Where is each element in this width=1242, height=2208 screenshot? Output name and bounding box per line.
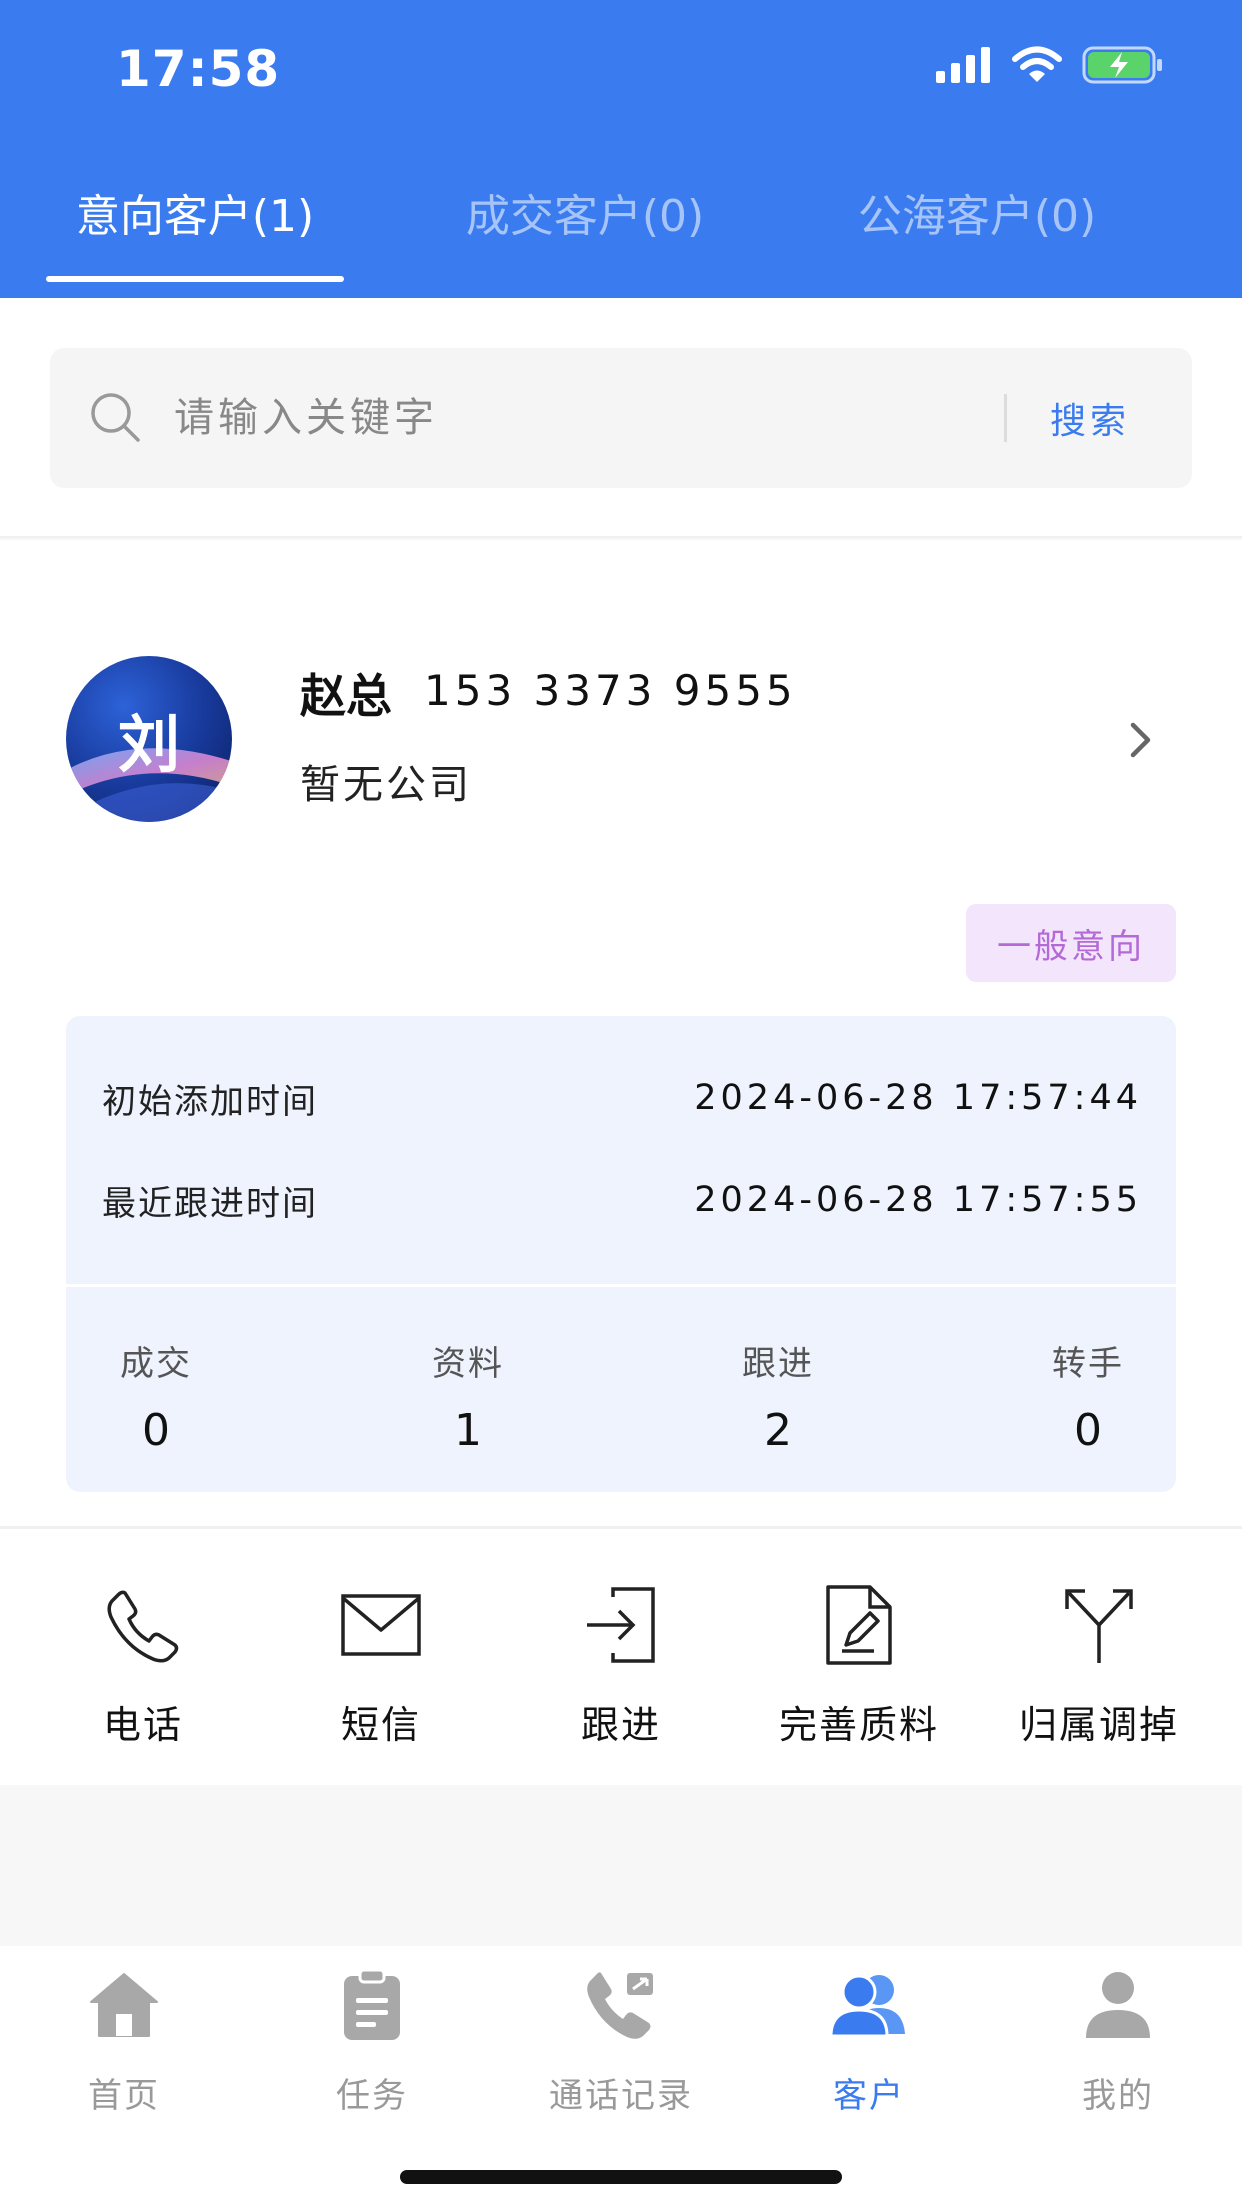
stat-followups: 跟进 2: [742, 1344, 814, 1456]
stat-materials: 资料 1: [432, 1344, 504, 1456]
complete-info-button[interactable]: 完善质料: [749, 1580, 969, 1749]
customer-name: 赵总: [300, 669, 392, 723]
login-arrow-icon: [587, 1587, 655, 1663]
home-indicator: [400, 2170, 842, 2184]
user-icon: [1086, 1972, 1150, 2038]
edit-document-icon: [826, 1585, 892, 1665]
tab-public-customers[interactable]: 公海客户(0): [838, 180, 1116, 290]
reassign-button[interactable]: 归属调掉: [989, 1580, 1209, 1749]
followup-time-label: 最近跟进时间: [102, 1183, 318, 1224]
split-arrow-icon: [1065, 1589, 1133, 1663]
tabbar-item-home[interactable]: 首页: [24, 1964, 224, 2117]
call-button[interactable]: 电话: [33, 1580, 253, 1749]
customer-phone: 153 3373 9555: [424, 666, 797, 715]
signal-icon: [936, 47, 990, 83]
bottom-tab-bar: 首页 任务 通话记录 客户 我的: [0, 1946, 1242, 2208]
tabbar-item-customers[interactable]: 客户: [769, 1964, 969, 2117]
avatar-initial: 刘: [117, 708, 180, 781]
info-divider: [66, 1284, 1176, 1287]
status-time: 17:58: [116, 40, 281, 98]
customer-info-panel: 初始添加时间 2024-06-28 17:57:44 最近跟进时间 2024-0…: [66, 1016, 1176, 1492]
followup-time-value: 2024-06-28 17:57:55: [694, 1180, 1142, 1220]
added-time-row: 初始添加时间 2024-06-28 17:57:44: [102, 1068, 1142, 1128]
search-icon: [91, 393, 140, 442]
tabbar-item-tasks[interactable]: 任务: [272, 1964, 472, 2117]
sms-button[interactable]: 短信: [271, 1580, 491, 1749]
intent-badge: 一般意向: [966, 904, 1176, 982]
envelope-icon: [341, 1594, 421, 1656]
avatar[interactable]: 刘: [66, 656, 232, 822]
search-bar: 搜索: [50, 348, 1192, 488]
home-icon: [90, 1973, 158, 2037]
followup-time-row: 最近跟进时间 2024-06-28 17:57:55: [102, 1170, 1142, 1230]
clipboard-icon: [344, 1968, 400, 2040]
stat-transfers: 转手 0: [1052, 1344, 1124, 1456]
search-divider: [1004, 394, 1007, 442]
added-time-value: 2024-06-28 17:57:44: [694, 1078, 1142, 1118]
search-input[interactable]: [174, 384, 1034, 452]
battery-icon: [1082, 46, 1162, 84]
wifi-icon: [1012, 46, 1062, 82]
tabbar-item-me[interactable]: 我的: [1018, 1964, 1218, 2117]
followup-button[interactable]: 跟进: [511, 1580, 731, 1749]
search-button[interactable]: 搜索: [1050, 392, 1130, 444]
tabbar-item-call-log[interactable]: 通话记录: [521, 1964, 721, 2117]
action-bar: 电话 短信 跟进 完善质料 归属调掉: [0, 1540, 1242, 1780]
chevron-right-icon[interactable]: [1128, 720, 1154, 760]
active-tab-indicator: [46, 276, 344, 282]
customer-company: 暂无公司: [300, 762, 472, 808]
customer-card: 刘 赵总 153 3373 9555 暂无公司 一般意向 初始添加时间 2024…: [0, 540, 1242, 1785]
search-section: 搜索: [0, 298, 1242, 538]
tab-deal-customers[interactable]: 成交客户(0): [446, 180, 724, 290]
call-log-icon: [587, 1972, 653, 2039]
phone-icon: [107, 1590, 179, 1663]
customers-icon: [829, 1974, 905, 2038]
stat-deals: 成交 0: [120, 1344, 192, 1456]
status-icons: [936, 46, 1164, 84]
header: 17:58 意向客户(1) 成交客户(0) 公海客户(0): [0, 0, 1242, 298]
card-divider: [0, 1526, 1242, 1529]
customer-tabs: 意向客户(1) 成交客户(0) 公海客户(0): [0, 170, 1242, 298]
added-time-label: 初始添加时间: [102, 1081, 318, 1122]
tab-intent-customers[interactable]: 意向客户(1): [46, 180, 344, 290]
